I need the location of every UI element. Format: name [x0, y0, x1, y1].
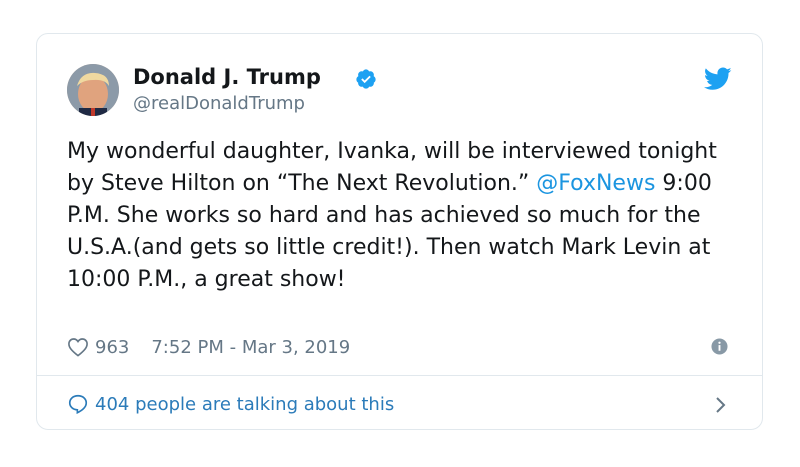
divider — [37, 375, 762, 376]
mention-link[interactable]: @FoxNews — [536, 171, 655, 196]
speech-bubble-icon — [68, 394, 88, 415]
info-icon[interactable] — [711, 338, 728, 355]
heart-icon[interactable] — [67, 337, 89, 357]
chevron-right-icon[interactable] — [714, 394, 728, 416]
like-count[interactable]: 963 — [95, 337, 129, 358]
timestamp[interactable]: 7:52 PM - Mar 3, 2019 — [151, 337, 350, 358]
author-name[interactable]: Donald J. Trump — [133, 65, 321, 89]
twitter-bird-icon[interactable] — [704, 67, 732, 91]
verified-badge-icon — [356, 69, 376, 89]
talking-label: 404 people are talking about this — [95, 393, 395, 415]
tweet-text: My wonderful daughter, Ivanka, will be i… — [67, 136, 727, 296]
tweet-card[interactable]: Donald J. Trump @realDonaldTrump My wond… — [36, 33, 763, 430]
author-handle[interactable]: @realDonaldTrump — [133, 93, 305, 114]
tweet-meta: 963 7:52 PM - Mar 3, 2019 — [67, 334, 350, 360]
avatar[interactable] — [67, 64, 119, 116]
talking-link[interactable]: 404 people are talking about this — [67, 390, 394, 418]
